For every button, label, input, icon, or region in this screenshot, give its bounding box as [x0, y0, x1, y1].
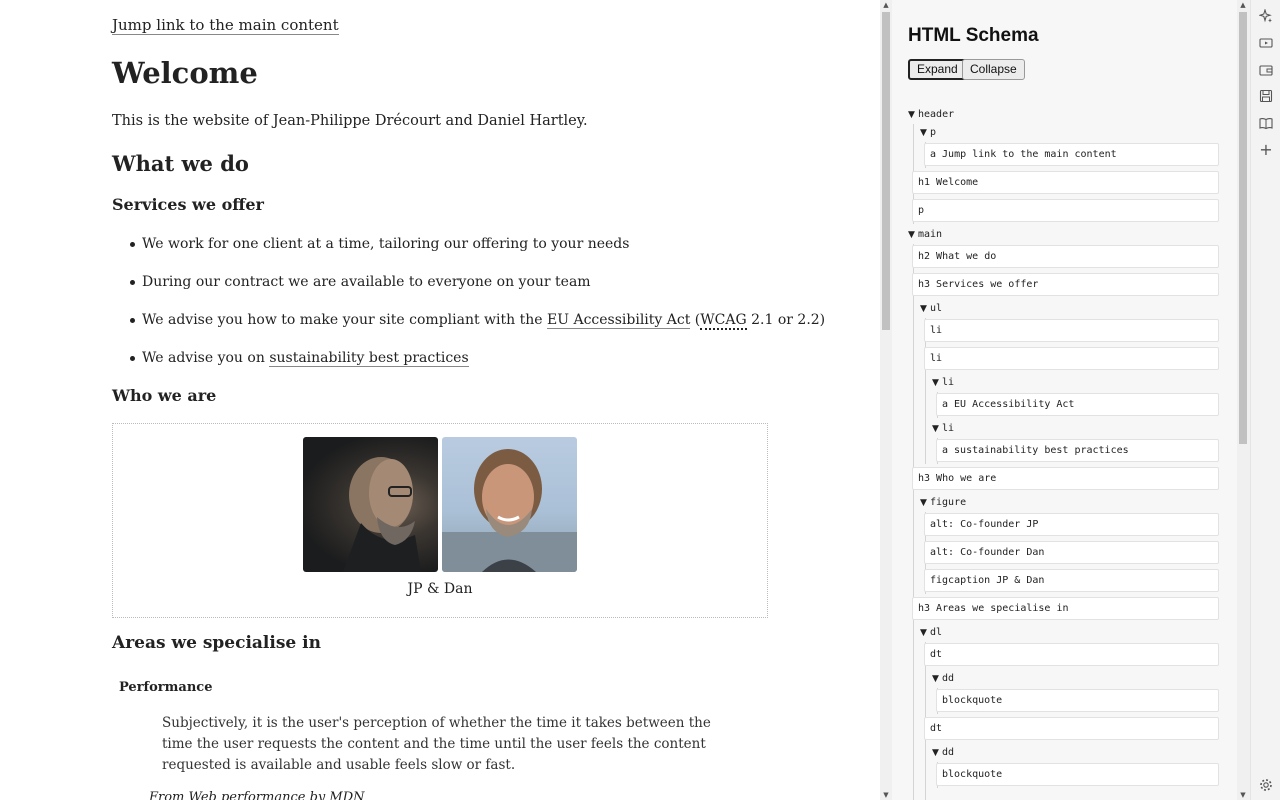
wallet-icon[interactable] — [1259, 63, 1273, 77]
settings-icon[interactable] — [1259, 778, 1273, 792]
node-label: p — [930, 127, 937, 138]
page-title: Welcome — [112, 56, 258, 90]
plus-icon[interactable]: + — [1259, 142, 1273, 158]
services-heading: Services we offer — [112, 195, 264, 214]
triangle-down-icon: ▼ — [908, 230, 915, 240]
tree-leaf-h3[interactable]: h3 Who we are — [912, 467, 1219, 490]
triangle-down-icon: ▼ — [908, 110, 915, 120]
eu-accessibility-act-link[interactable]: EU Accessibility Act — [546, 312, 691, 329]
node-label: header — [918, 109, 955, 120]
browser-side-rail: + — [1250, 0, 1280, 800]
node-label: dd — [942, 747, 955, 758]
tree-leaf-figcaption[interactable]: figcaption JP & Dan — [924, 569, 1219, 592]
who-we-are-heading: Who we are — [112, 386, 217, 405]
service-text: ( — [690, 312, 701, 328]
tree-node-figure[interactable]: ▼ figure — [920, 497, 966, 508]
quote-citation: From Web performance by MDN — [149, 790, 365, 800]
tree-node-li[interactable]: ▼ li — [932, 423, 954, 434]
service-text: 2.1 or 2.2) — [746, 312, 826, 328]
tree-leaf-a[interactable]: a sustainability best practices — [936, 439, 1219, 462]
tree-leaf-dt[interactable]: dt — [924, 643, 1219, 666]
main-page: Jump link to the main content Welcome Th… — [0, 0, 880, 800]
list-item: We work for one client at a time, tailor… — [112, 234, 812, 272]
tree-leaf-li[interactable]: li — [924, 347, 1219, 370]
list-item: During our contract we are available to … — [112, 272, 812, 310]
tree-node-ul[interactable]: ▼ ul — [920, 303, 942, 314]
tree-node-dd[interactable]: ▼ dd — [932, 673, 954, 684]
page-scrollbar[interactable]: ▲ ▼ — [880, 0, 892, 800]
panel-scrollbar[interactable]: ▲ ▼ — [1237, 0, 1250, 800]
tree-leaf-h1[interactable]: h1 Welcome — [912, 171, 1219, 194]
page-scroll-thumb[interactable] — [882, 12, 890, 330]
tree-node-header[interactable]: ▼ header — [908, 109, 954, 120]
performance-quote: Subjectively, it is the user's perceptio… — [162, 715, 711, 773]
team-figure: JP & Dan — [112, 423, 768, 618]
triangle-down-icon: ▼ — [920, 128, 927, 138]
node-label: ul — [930, 303, 943, 314]
scroll-up-arrow-icon[interactable]: ▲ — [880, 0, 892, 10]
service-text: We work for one client at a time, tailor… — [142, 236, 630, 252]
scroll-down-arrow-icon[interactable]: ▼ — [880, 790, 892, 800]
tree-leaf-h3[interactable]: h3 Services we offer — [912, 273, 1219, 296]
save-icon[interactable] — [1259, 89, 1273, 103]
triangle-down-icon: ▼ — [920, 498, 927, 508]
node-label: dl — [930, 627, 943, 638]
wcag-abbr[interactable]: WCAG — [700, 312, 747, 330]
tree-leaf-alt[interactable]: alt: Co-founder JP — [924, 513, 1219, 536]
tree-leaf-h2[interactable]: h2 What we do — [912, 245, 1219, 268]
tree-leaf-a[interactable]: a EU Accessibility Act — [936, 393, 1219, 416]
sustainability-link[interactable]: sustainability best practices — [269, 350, 469, 367]
list-item: We advise you how to make your site comp… — [112, 310, 825, 348]
photo-dan — [442, 437, 577, 572]
video-icon[interactable] — [1259, 36, 1273, 50]
tree-node-li[interactable]: ▼ li — [932, 377, 954, 388]
triangle-down-icon: ▼ — [932, 674, 939, 684]
node-label: main — [918, 229, 943, 240]
tree-leaf-blockquote[interactable]: blockquote — [936, 763, 1219, 786]
photo-jp — [303, 437, 438, 572]
figure-caption: JP & Dan — [407, 581, 473, 597]
tree-node-main[interactable]: ▼ main — [908, 229, 942, 240]
tree-leaf-alt[interactable]: alt: Co-founder Dan — [924, 541, 1219, 564]
scroll-down-arrow-icon[interactable]: ▼ — [1237, 790, 1249, 800]
triangle-down-icon: ▼ — [932, 424, 939, 434]
list-item: We advise you on sustainability best pra… — [112, 348, 812, 386]
panel-scroll-thumb[interactable] — [1239, 12, 1247, 444]
html-schema-panel: HTML Schema Expand Collapse ▼ header ▼ p a… — [892, 0, 1237, 800]
node-label: dd — [942, 673, 955, 684]
triangle-down-icon: ▼ — [932, 748, 939, 758]
tree-node-dl[interactable]: ▼ dl — [920, 627, 942, 638]
triangle-down-icon: ▼ — [920, 628, 927, 638]
service-text: We advise you how to make your site comp… — [142, 312, 547, 328]
tree-leaf-dt[interactable]: dt — [924, 717, 1219, 740]
tree-node-p[interactable]: ▼ p — [920, 127, 936, 138]
performance-term: Performance — [119, 680, 213, 695]
service-text: During our contract we are available to … — [142, 274, 591, 290]
tree-leaf-blockquote[interactable]: blockquote — [936, 689, 1219, 712]
skip-link[interactable]: Jump link to the main content — [112, 16, 339, 35]
triangle-down-icon: ▼ — [920, 304, 927, 314]
tree-node-dd[interactable]: ▼ dd — [932, 747, 954, 758]
book-icon[interactable] — [1259, 116, 1273, 130]
scroll-up-arrow-icon[interactable]: ▲ — [1237, 0, 1249, 10]
triangle-down-icon: ▼ — [932, 378, 939, 388]
areas-heading: Areas we specialise in — [112, 633, 321, 653]
node-label: li — [942, 423, 955, 434]
what-we-do-heading: What we do — [112, 151, 249, 176]
tree-leaf-li[interactable]: li — [924, 319, 1219, 342]
tree-leaf-h3[interactable]: h3 Areas we specialise in — [912, 597, 1219, 620]
service-text: We advise you on — [142, 350, 270, 366]
schema-tree: ▼ header ▼ p a Jump link to the main conte… — [892, 0, 1237, 800]
sparkle-icon[interactable] — [1258, 8, 1273, 23]
node-label: figure — [930, 497, 967, 508]
services-list: We work for one client at a time, tailor… — [112, 234, 825, 386]
tree-guide — [913, 244, 914, 800]
node-label: li — [942, 377, 955, 388]
intro-text: This is the website of Jean-Philippe Dré… — [112, 113, 588, 129]
tree-leaf-p[interactable]: p — [912, 199, 1219, 222]
tree-leaf-a[interactable]: a Jump link to the main content — [924, 143, 1219, 166]
